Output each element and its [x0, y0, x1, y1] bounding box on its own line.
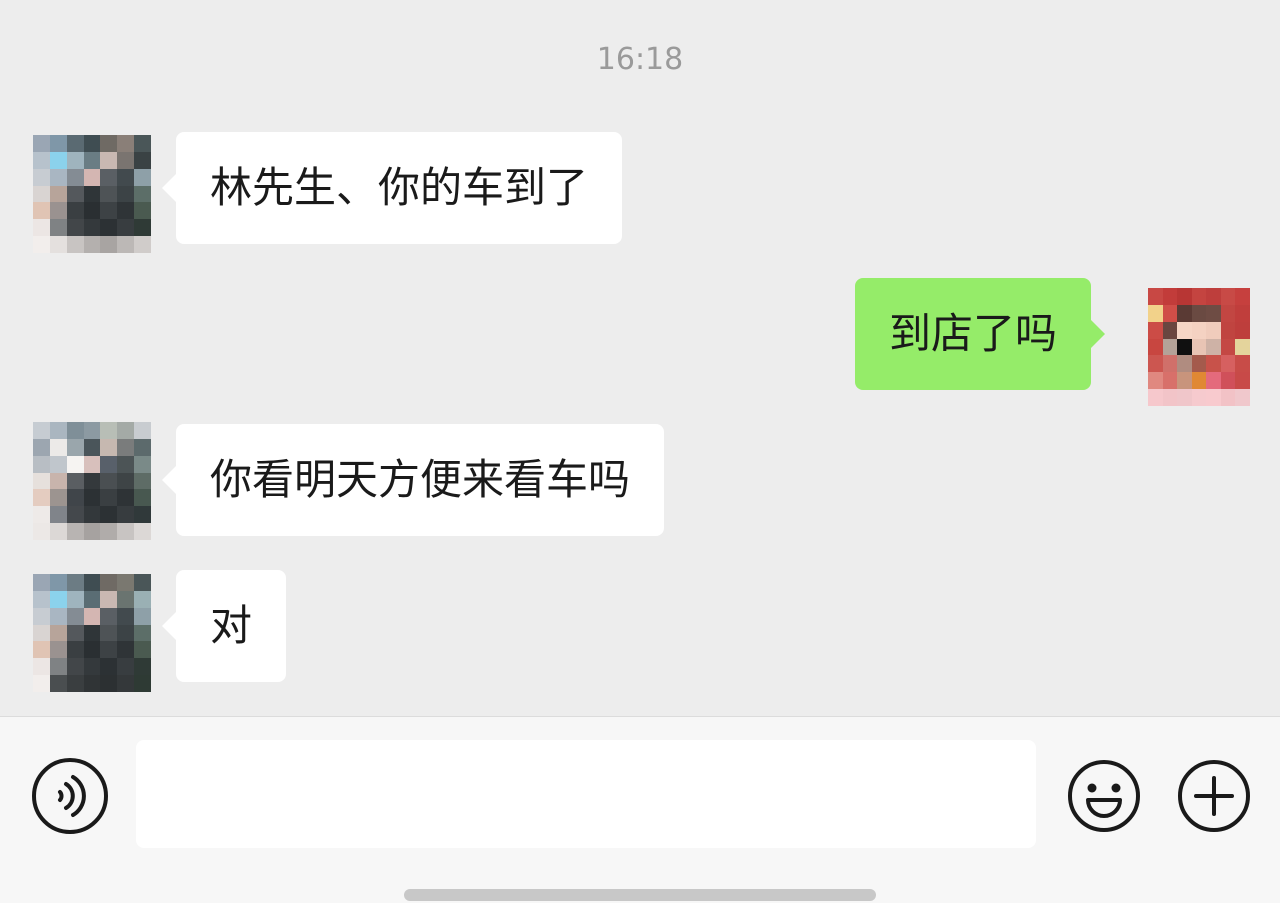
- contact-avatar[interactable]: [33, 135, 151, 253]
- message-bubble[interactable]: 到店了吗: [855, 278, 1106, 390]
- voice-icon[interactable]: [30, 756, 110, 836]
- message-input[interactable]: [136, 740, 1036, 848]
- my-avatar[interactable]: [1148, 288, 1250, 406]
- message-timestamp: 16:18: [596, 42, 684, 77]
- chat-history[interactable]: 16:18 林先生、你的车到了 到店了吗 你看明天方便来看车吗 对: [0, 0, 1280, 716]
- contact-avatar[interactable]: [33, 574, 151, 692]
- message-bubble[interactable]: 你看明天方便来看车吗: [161, 424, 665, 536]
- contact-avatar[interactable]: [33, 422, 151, 540]
- smiley-icon[interactable]: [1066, 758, 1142, 834]
- home-indicator: [404, 889, 876, 901]
- plus-circle-icon[interactable]: [1176, 758, 1252, 834]
- message-bubble[interactable]: 对: [161, 570, 287, 682]
- message-bubble[interactable]: 林先生、你的车到了: [161, 132, 623, 244]
